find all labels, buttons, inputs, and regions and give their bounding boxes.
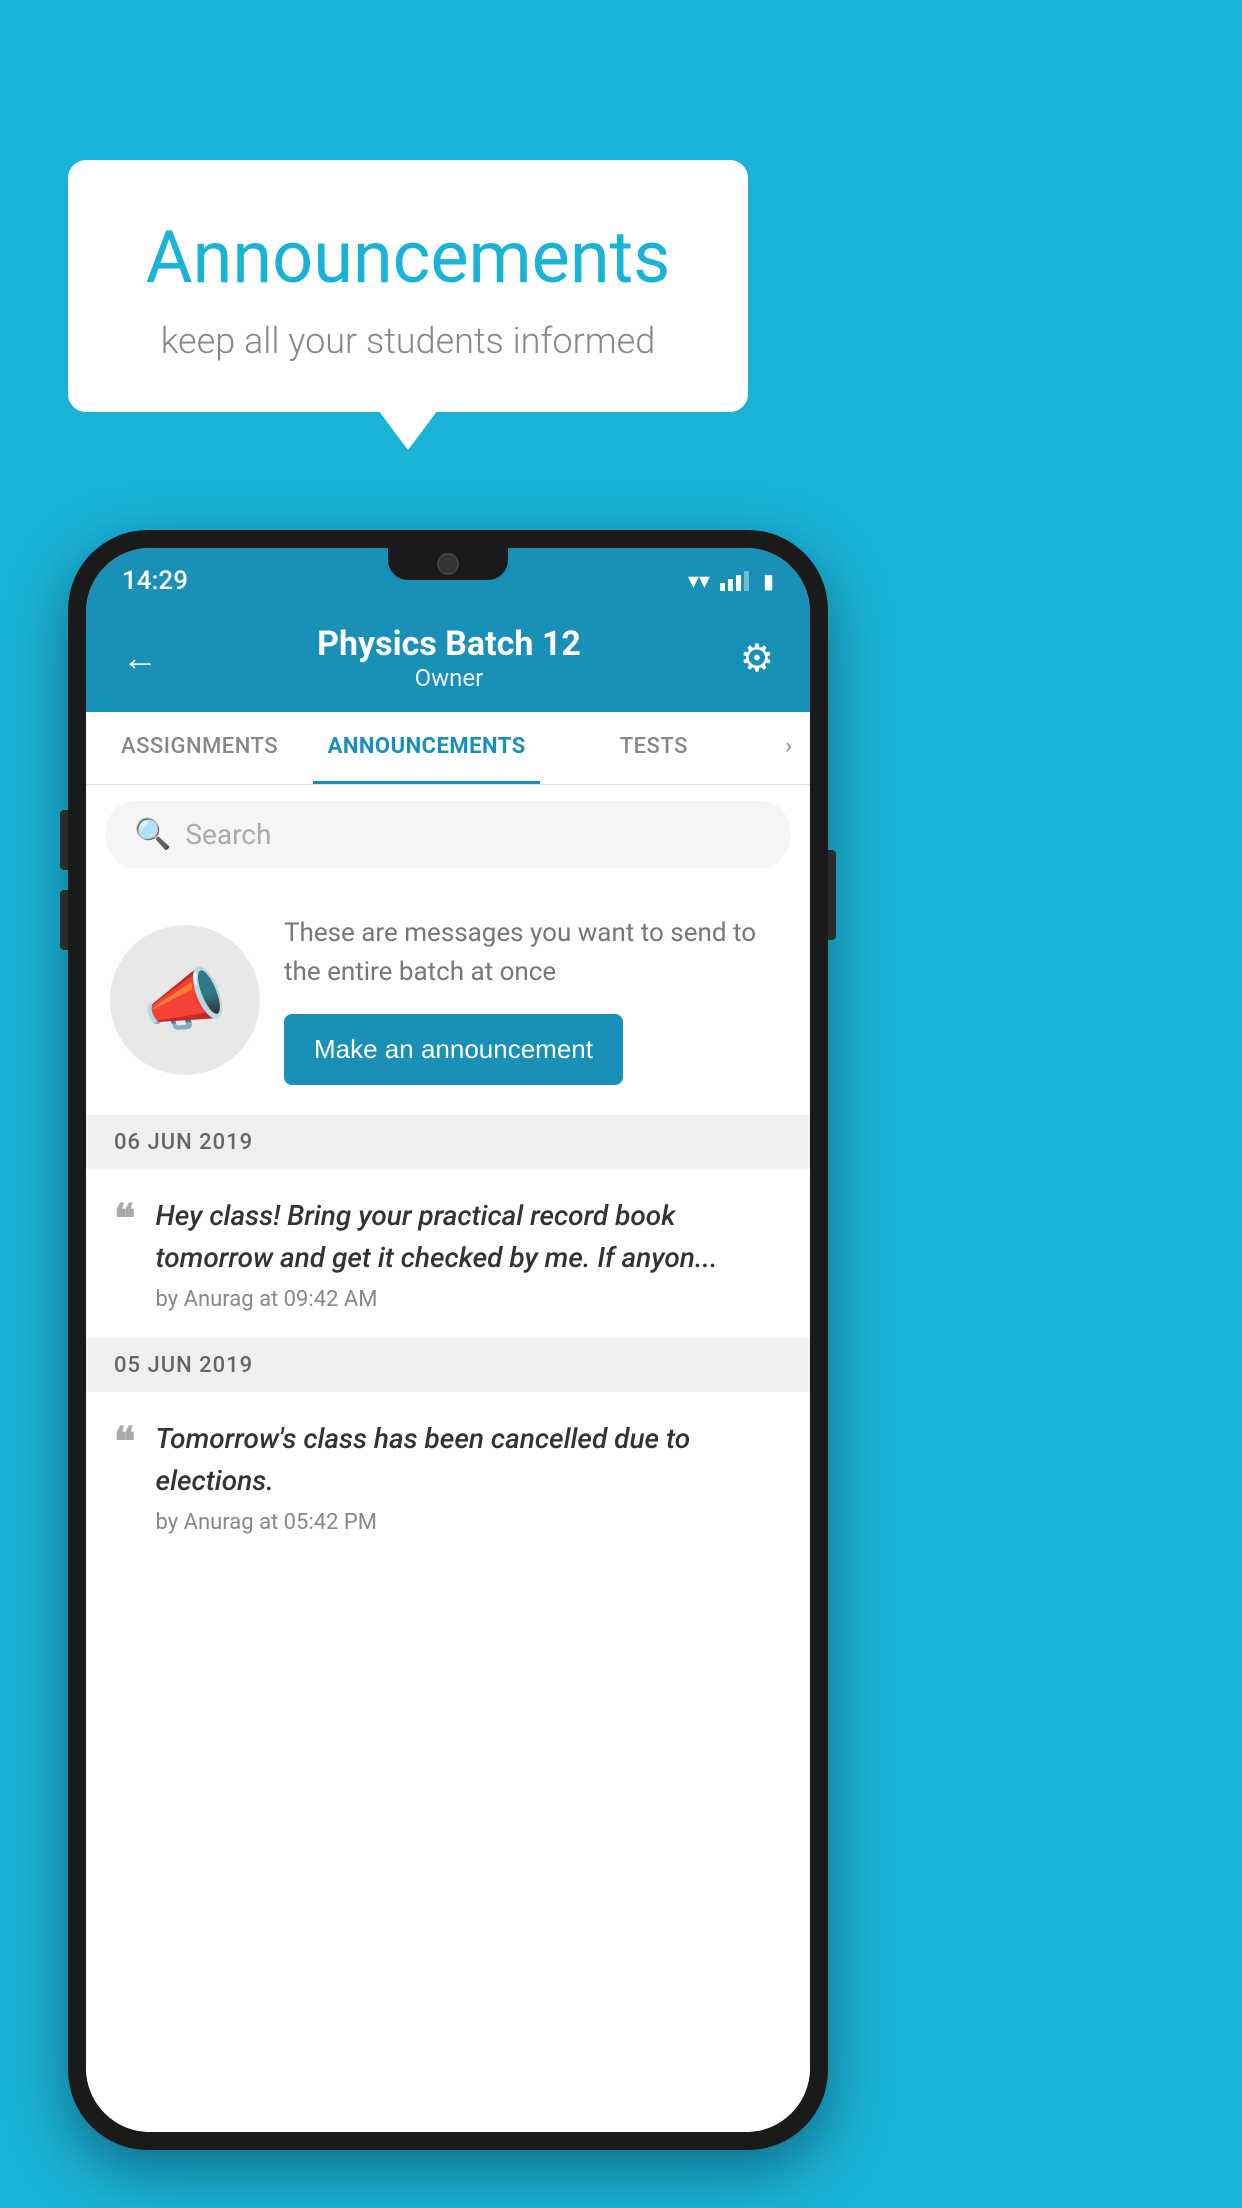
announcement-description: These are messages you want to send to t… — [284, 914, 786, 992]
volume-up-button — [60, 810, 68, 870]
settings-gear-icon[interactable]: ⚙ — [740, 636, 774, 681]
announcement-meta-1: by Anurag at 09:42 AM — [156, 1287, 782, 1312]
make-announcement-button[interactable]: Make an announcement — [284, 1014, 623, 1085]
status-time: 14:29 — [122, 566, 188, 596]
signal-bars-icon — [720, 571, 749, 591]
search-input[interactable]: Search — [185, 818, 271, 851]
announcement-message-2: Tomorrow's class has been cancelled due … — [156, 1418, 782, 1502]
power-button — [828, 850, 836, 940]
date-separator-1: 06 JUN 2019 — [86, 1116, 810, 1169]
announcement-item-2[interactable]: ❝ Tomorrow's class has been cancelled du… — [86, 1392, 810, 1561]
announcement-text-2: Tomorrow's class has been cancelled due … — [156, 1418, 782, 1535]
megaphone-icon: 📣 — [143, 960, 228, 1040]
user-role: Owner — [158, 664, 740, 692]
battery-icon: ▮ — [763, 569, 774, 593]
announcement-icon-circle: 📣 — [110, 925, 260, 1075]
phone-notch — [388, 548, 508, 580]
announcement-message-1: Hey class! Bring your practical record b… — [156, 1195, 782, 1279]
phone-wrapper: 14:29 ▾▾ ▮ ← Physics Batch 12 — [68, 530, 828, 2150]
announcement-right: These are messages you want to send to t… — [284, 914, 786, 1085]
quote-icon-1: ❝ — [114, 1199, 136, 1239]
quote-icon-2: ❝ — [114, 1422, 136, 1462]
date-separator-2: 05 JUN 2019 — [86, 1339, 810, 1392]
search-container: 🔍 Search — [86, 785, 810, 884]
app-header: ← Physics Batch 12 Owner ⚙ — [86, 606, 810, 712]
phone-outer: 14:29 ▾▾ ▮ ← Physics Batch 12 — [68, 530, 828, 2150]
speech-bubble-container: Announcements keep all your students inf… — [68, 160, 748, 412]
phone-camera — [437, 553, 459, 575]
phone-screen: 14:29 ▾▾ ▮ ← Physics Batch 12 — [86, 548, 810, 2132]
tab-assignments[interactable]: ASSIGNMENTS — [86, 712, 313, 784]
search-box[interactable]: 🔍 Search — [106, 801, 790, 868]
announcement-item-1[interactable]: ❝ Hey class! Bring your practical record… — [86, 1169, 810, 1339]
announcement-empty-state: 📣 These are messages you want to send to… — [86, 884, 810, 1116]
tab-announcements[interactable]: ANNOUNCEMENTS — [313, 712, 540, 784]
tab-tests[interactable]: TESTS — [540, 712, 767, 784]
tab-more-icon[interactable]: › — [767, 712, 810, 784]
speech-bubble-title: Announcements — [128, 215, 688, 300]
tabs-bar: ASSIGNMENTS ANNOUNCEMENTS TESTS › — [86, 712, 810, 785]
batch-name: Physics Batch 12 — [158, 624, 740, 664]
speech-bubble-subtitle: keep all your students informed — [128, 320, 688, 362]
announcement-text-1: Hey class! Bring your practical record b… — [156, 1195, 782, 1312]
screen-content: 🔍 Search 📣 These are messages you want t… — [86, 785, 810, 2132]
header-center: Physics Batch 12 Owner — [158, 624, 740, 692]
wifi-icon: ▾▾ — [688, 569, 710, 594]
speech-bubble: Announcements keep all your students inf… — [68, 160, 748, 412]
announcement-meta-2: by Anurag at 05:42 PM — [156, 1510, 782, 1535]
volume-down-button — [60, 890, 68, 950]
back-button[interactable]: ← — [122, 637, 158, 679]
search-icon: 🔍 — [134, 817, 171, 852]
status-icons: ▾▾ ▮ — [688, 569, 774, 594]
